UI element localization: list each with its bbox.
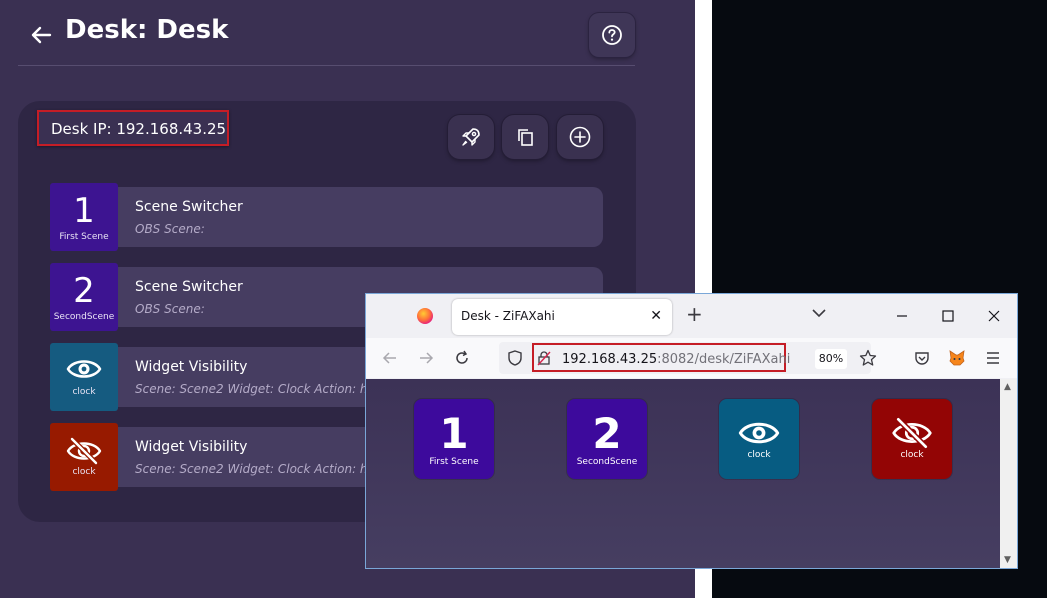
tile-caption: clock	[72, 467, 96, 477]
back-icon[interactable]	[380, 348, 400, 368]
url-path: :8082/desk/ZiFAXahi	[657, 352, 791, 367]
copy-button[interactable]	[502, 115, 548, 159]
action-title: Scene Switcher	[135, 279, 243, 295]
zoom-level[interactable]: 80%	[815, 349, 847, 369]
tile-caption: SecondScene	[53, 312, 115, 322]
plus-circle-icon	[569, 126, 591, 148]
action-tile[interactable]: clock	[50, 423, 118, 491]
reload-icon[interactable]	[452, 348, 472, 368]
url-text[interactable]: 192.168.43.25:8082/desk/ZiFAXahi	[562, 352, 790, 367]
eye-icon	[66, 360, 102, 378]
action-subtitle: OBS Scene:	[135, 222, 205, 236]
deck-button-1[interactable]: 1 First Scene	[414, 399, 494, 479]
deck-button-caption: First Scene	[429, 457, 479, 467]
help-button[interactable]	[589, 13, 635, 57]
tile-caption: clock	[72, 387, 96, 397]
metamask-fox-icon[interactable]	[947, 348, 967, 368]
shield-icon[interactable]	[505, 348, 525, 368]
star-icon[interactable]	[858, 348, 878, 368]
tab-bar: Desk - ZiFAXahi ✕ +	[366, 294, 1017, 338]
header-divider	[18, 65, 635, 66]
deck-button-2[interactable]: 2 SecondScene	[567, 399, 647, 479]
menu-icon[interactable]	[983, 348, 1003, 368]
action-tile[interactable]: clock	[50, 343, 118, 411]
eye-slash-icon	[66, 437, 102, 465]
desk-ip-label: Desk IP: 192.168.43.25	[37, 110, 229, 146]
deck-button-number: 2	[592, 409, 622, 458]
action-body[interactable]: Scene Switcher OBS Scene:	[118, 187, 603, 247]
minimize-icon[interactable]	[892, 306, 912, 326]
navigation-bar: 192.168.43.25:8082/desk/ZiFAXahi 80%	[366, 338, 1017, 378]
tile-number: 1	[73, 191, 95, 231]
scroll-down-icon[interactable]: ▼	[1004, 555, 1011, 565]
deck-button-number: 1	[439, 409, 469, 458]
pocket-icon[interactable]	[912, 348, 932, 368]
firefox-logo-icon[interactable]	[417, 308, 433, 324]
chevron-down-icon[interactable]	[812, 308, 826, 318]
url-host: 192.168.43.25	[562, 352, 658, 367]
rocket-icon	[462, 128, 480, 146]
close-window-icon[interactable]	[984, 306, 1004, 326]
action-title: Widget Visibility	[135, 359, 248, 375]
tab-close-icon[interactable]: ✕	[650, 309, 662, 323]
scroll-up-icon[interactable]: ▲	[1004, 382, 1011, 392]
page-title: Desk: Desk	[65, 15, 229, 45]
action-subtitle: OBS Scene:	[135, 302, 205, 316]
maximize-icon[interactable]	[938, 306, 958, 326]
action-tile[interactable]: 1 First Scene	[50, 183, 118, 251]
insecure-lock-icon[interactable]	[534, 348, 554, 368]
deck-button-3[interactable]: clock	[719, 399, 799, 479]
launch-button[interactable]	[448, 115, 494, 159]
eye-icon	[738, 422, 780, 444]
deck-button-4[interactable]: clock	[872, 399, 952, 479]
question-icon	[602, 25, 622, 45]
deck-button-caption: SecondScene	[576, 457, 638, 467]
action-subtitle: Scene: Scene2 Widget: Clock Action: h	[135, 462, 368, 476]
eye-slash-icon	[892, 417, 932, 449]
deck-button-caption: clock	[747, 450, 771, 460]
back-arrow-icon[interactable]	[28, 22, 54, 48]
new-tab-icon[interactable]: +	[686, 304, 703, 324]
page-viewport: 1 First Scene 2 SecondScene clock clock	[366, 379, 1000, 568]
action-subtitle: Scene: Scene2 Widget: Clock Action: h	[135, 382, 368, 396]
action-tile[interactable]: 2 SecondScene	[50, 263, 118, 331]
browser-window: Desk - ZiFAXahi ✕ + 192.168.43.25:8082/d…	[365, 293, 1018, 569]
deck-button-caption: clock	[900, 450, 924, 460]
tile-number: 2	[73, 271, 95, 311]
add-action-button[interactable]	[557, 115, 603, 159]
forward-icon[interactable]	[416, 348, 436, 368]
tab-title: Desk - ZiFAXahi	[461, 309, 555, 323]
action-title: Widget Visibility	[135, 439, 248, 455]
copy-icon	[518, 129, 533, 146]
vertical-scrollbar[interactable]: ▲ ▼	[1000, 379, 1017, 568]
action-title: Scene Switcher	[135, 199, 243, 215]
browser-tab[interactable]: Desk - ZiFAXahi ✕	[452, 299, 672, 335]
tile-caption: First Scene	[59, 232, 109, 242]
